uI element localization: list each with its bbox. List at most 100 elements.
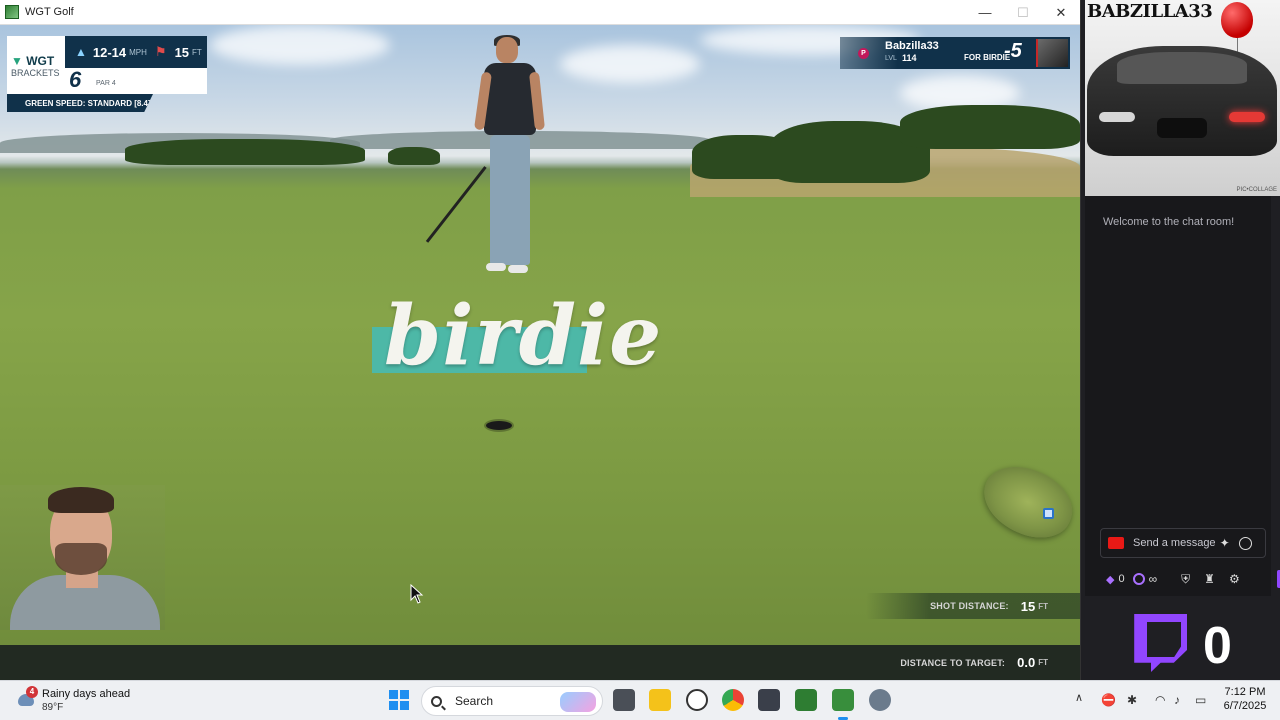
- shot-distance-label: SHOT DISTANCE:: [930, 601, 1009, 611]
- snipping-tool-icon[interactable]: [758, 689, 780, 711]
- pin-flag-icon: ⚑: [154, 44, 167, 59]
- system-clock[interactable]: 7:12 PM 6/7/2025: [1215, 686, 1275, 712]
- wifi-icon[interactable]: ◠: [1155, 693, 1165, 707]
- weather-title: Rainy days ahead: [42, 688, 131, 700]
- chevron-up-icon[interactable]: ∧: [1075, 691, 1083, 704]
- red-balloon-icon: [1221, 2, 1253, 38]
- twitch-logo-icon: [1134, 614, 1187, 672]
- pin-distance: 15: [174, 44, 190, 60]
- bush: [900, 105, 1080, 149]
- wgt-logo: ▼ WGT: [11, 54, 55, 68]
- close-button[interactable]: ✕: [1042, 0, 1080, 25]
- wind-panel: ▲ 12-14 MPH ⚑ 15 FT: [65, 36, 207, 68]
- golfer-avatar: [425, 35, 548, 277]
- channel-banner: BABZILLA33 PIC•COLLAGE: [1085, 0, 1280, 196]
- weather-temp: 89°F: [42, 702, 64, 713]
- search-icon: [431, 695, 442, 707]
- golf-hole: [486, 421, 512, 430]
- player-score: -5: [1004, 40, 1022, 62]
- banner-credit: PIC•COLLAGE: [1236, 187, 1277, 193]
- emoji-icon[interactable]: [1238, 536, 1252, 550]
- result-banner: birdie: [384, 288, 663, 384]
- minimize-button[interactable]: —: [966, 0, 1004, 25]
- twitch-widget: 0: [1085, 600, 1280, 680]
- chrome-icon[interactable]: [722, 689, 744, 711]
- minimap-ball-marker-icon: [1043, 508, 1054, 519]
- tray-app-icon[interactable]: ⛔: [1101, 693, 1116, 707]
- player-name: Babzilla33: [885, 40, 939, 52]
- weather-badge: 4: [26, 686, 38, 698]
- channel-name: BABZILLA33: [1087, 1, 1213, 22]
- stream-side-panel: BABZILLA33 PIC•COLLAGE Welcome to the ch…: [1080, 0, 1280, 680]
- hole-number: 6: [69, 67, 82, 92]
- chat-placeholder: Send a message: [1133, 537, 1216, 549]
- wgt-golf-icon[interactable]: [832, 689, 854, 711]
- infinity-label: ∞: [1148, 572, 1158, 586]
- points-gem-icon[interactable]: ◆: [1106, 573, 1114, 586]
- viewer-count: 0: [1203, 617, 1232, 675]
- clock-time: 7:12 PM: [1224, 686, 1266, 698]
- video-camera-icon[interactable]: [1108, 537, 1124, 549]
- green-minimap[interactable]: [973, 455, 1080, 549]
- pin-unit: FT: [192, 47, 202, 57]
- cloud: [560, 45, 700, 83]
- chat-message-input[interactable]: Send a message ✦: [1100, 528, 1266, 558]
- chat-toolbar: ◆ 0 ∞ ⛨ ♜ ⚙: [1100, 568, 1280, 590]
- shot-distance-unit: FT: [1038, 601, 1048, 611]
- putter: [425, 166, 487, 243]
- wind-unit: MPH: [129, 47, 147, 57]
- windows-taskbar: 4 Rainy days ahead 89°F Search ∧ ⛔ ✱ ◠ ♪…: [0, 680, 1280, 720]
- player-avatar: [1036, 39, 1068, 67]
- wind-arrow-icon: ▲: [75, 45, 87, 59]
- target-distance-unit: FT: [1038, 658, 1048, 667]
- maximize-button[interactable]: ☐: [1004, 0, 1042, 25]
- hole-par: PAR 4: [96, 80, 116, 87]
- wind-speed: 12-14: [92, 44, 127, 60]
- wgt-game-icon[interactable]: [795, 689, 817, 711]
- player-badge-icon: P: [858, 48, 869, 59]
- target-distance-label: DISTANCE TO TARGET:: [900, 657, 1006, 668]
- weather-widget[interactable]: 4 Rainy days ahead 89°F: [16, 685, 166, 717]
- level-label: LVL: [885, 55, 897, 62]
- game-window: WGT Golf — ☐ ✕ birdie ▼ WGT BRACKETS ▲ 1…: [0, 0, 1080, 680]
- wgt-v-icon: ▼: [11, 54, 23, 68]
- search-label: Search: [455, 694, 494, 708]
- shot-distance-bar: SHOT DISTANCE: 15 FT: [866, 593, 1080, 619]
- volume-icon[interactable]: ♪: [1174, 693, 1180, 707]
- shot-distance-value: 15: [1020, 598, 1036, 614]
- chat-room: Welcome to the chat room! Send a message…: [1085, 196, 1280, 596]
- start-button[interactable]: [389, 690, 409, 710]
- task-view-icon[interactable]: [613, 689, 635, 711]
- hole-info-hud: ▼ WGT BRACKETS ▲ 12-14 MPH ⚑ 15 FT 6 PAR…: [7, 36, 207, 112]
- distance-to-target-bar: DISTANCE TO TARGET: 0.0 FT: [0, 645, 1080, 680]
- player-score-hud: P Babzilla33 LVL 114 FOR BIRDIE -5: [840, 37, 1070, 69]
- obs-icon[interactable]: [686, 689, 708, 711]
- golf-scene[interactable]: birdie ▼ WGT BRACKETS ▲ 12-14 MPH ⚑ 15 F…: [0, 25, 1080, 680]
- bluetooth-icon[interactable]: ✱: [1127, 693, 1137, 707]
- shield-icon[interactable]: ⛨: [1181, 572, 1190, 587]
- cloud: [210, 25, 390, 65]
- taskbar-search[interactable]: Search: [421, 686, 603, 716]
- logo-subtitle: BRACKETS: [11, 68, 60, 78]
- trophy-icon[interactable]: ♜: [1204, 572, 1215, 586]
- search-highlight-icon: [560, 692, 596, 712]
- file-explorer-icon[interactable]: [649, 689, 671, 711]
- timer-icon[interactable]: [1132, 573, 1145, 585]
- gear-icon[interactable]: ⚙: [1229, 572, 1240, 586]
- window-title: WGT Golf: [25, 6, 74, 18]
- webcam-overlay: [0, 485, 165, 630]
- party-popper-icon[interactable]: ✦: [1220, 536, 1230, 550]
- battery-icon[interactable]: ▭: [1195, 693, 1206, 707]
- bush: [388, 147, 440, 165]
- player-level: 114: [902, 53, 917, 63]
- window-titlebar[interactable]: WGT Golf — ☐ ✕: [0, 0, 1080, 25]
- hole-panel: [65, 68, 207, 94]
- mouse-cursor-icon: [410, 584, 424, 604]
- green-speed: GREEN SPEED: STANDARD [8.4]: [7, 94, 153, 112]
- clock-date: 6/7/2025: [1223, 700, 1267, 712]
- settings-icon[interactable]: [869, 689, 891, 711]
- target-distance-value: 0.0: [1017, 655, 1036, 670]
- wgt-app-icon: [5, 5, 19, 19]
- points-count: 0: [1118, 573, 1125, 585]
- chat-welcome-message: Welcome to the chat room!: [1103, 216, 1235, 228]
